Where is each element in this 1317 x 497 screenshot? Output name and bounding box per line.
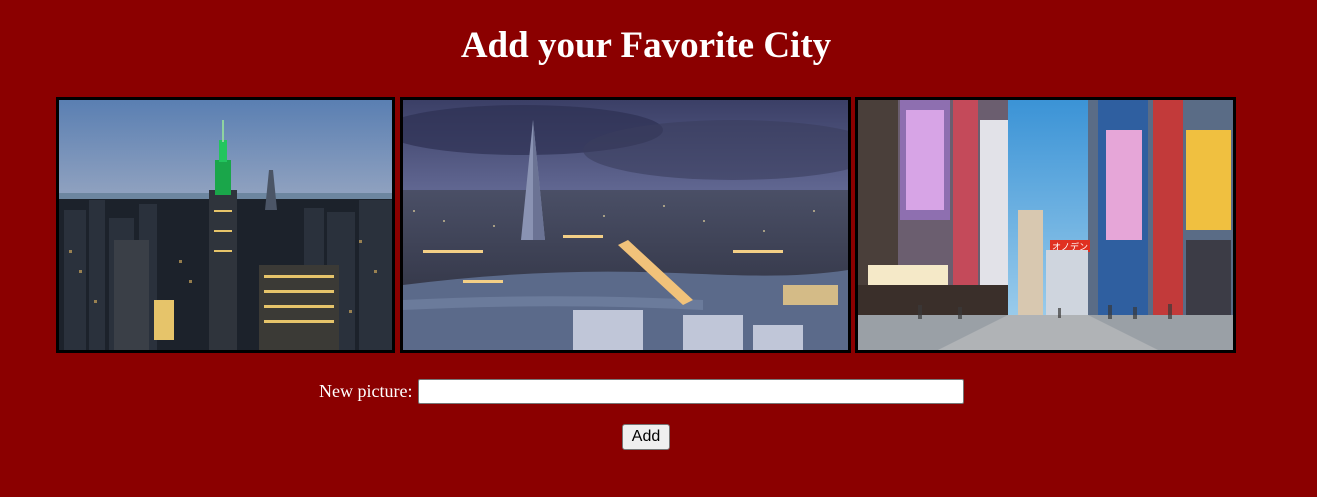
page: Add your Favorite City オノデン New picture:… [0, 0, 1317, 497]
page-title: Add your Favorite City [460, 25, 832, 66]
new-picture-label: New picture: [319, 380, 413, 401]
new-picture-input[interactable] [418, 378, 965, 404]
new-picture-form: New picture: [319, 378, 965, 404]
new-york-skyline-image [56, 97, 395, 353]
tokyo-akihabara-image: オノデン [855, 97, 1236, 353]
add-button[interactable]: Add [622, 424, 670, 450]
london-skyline-image [400, 97, 851, 353]
